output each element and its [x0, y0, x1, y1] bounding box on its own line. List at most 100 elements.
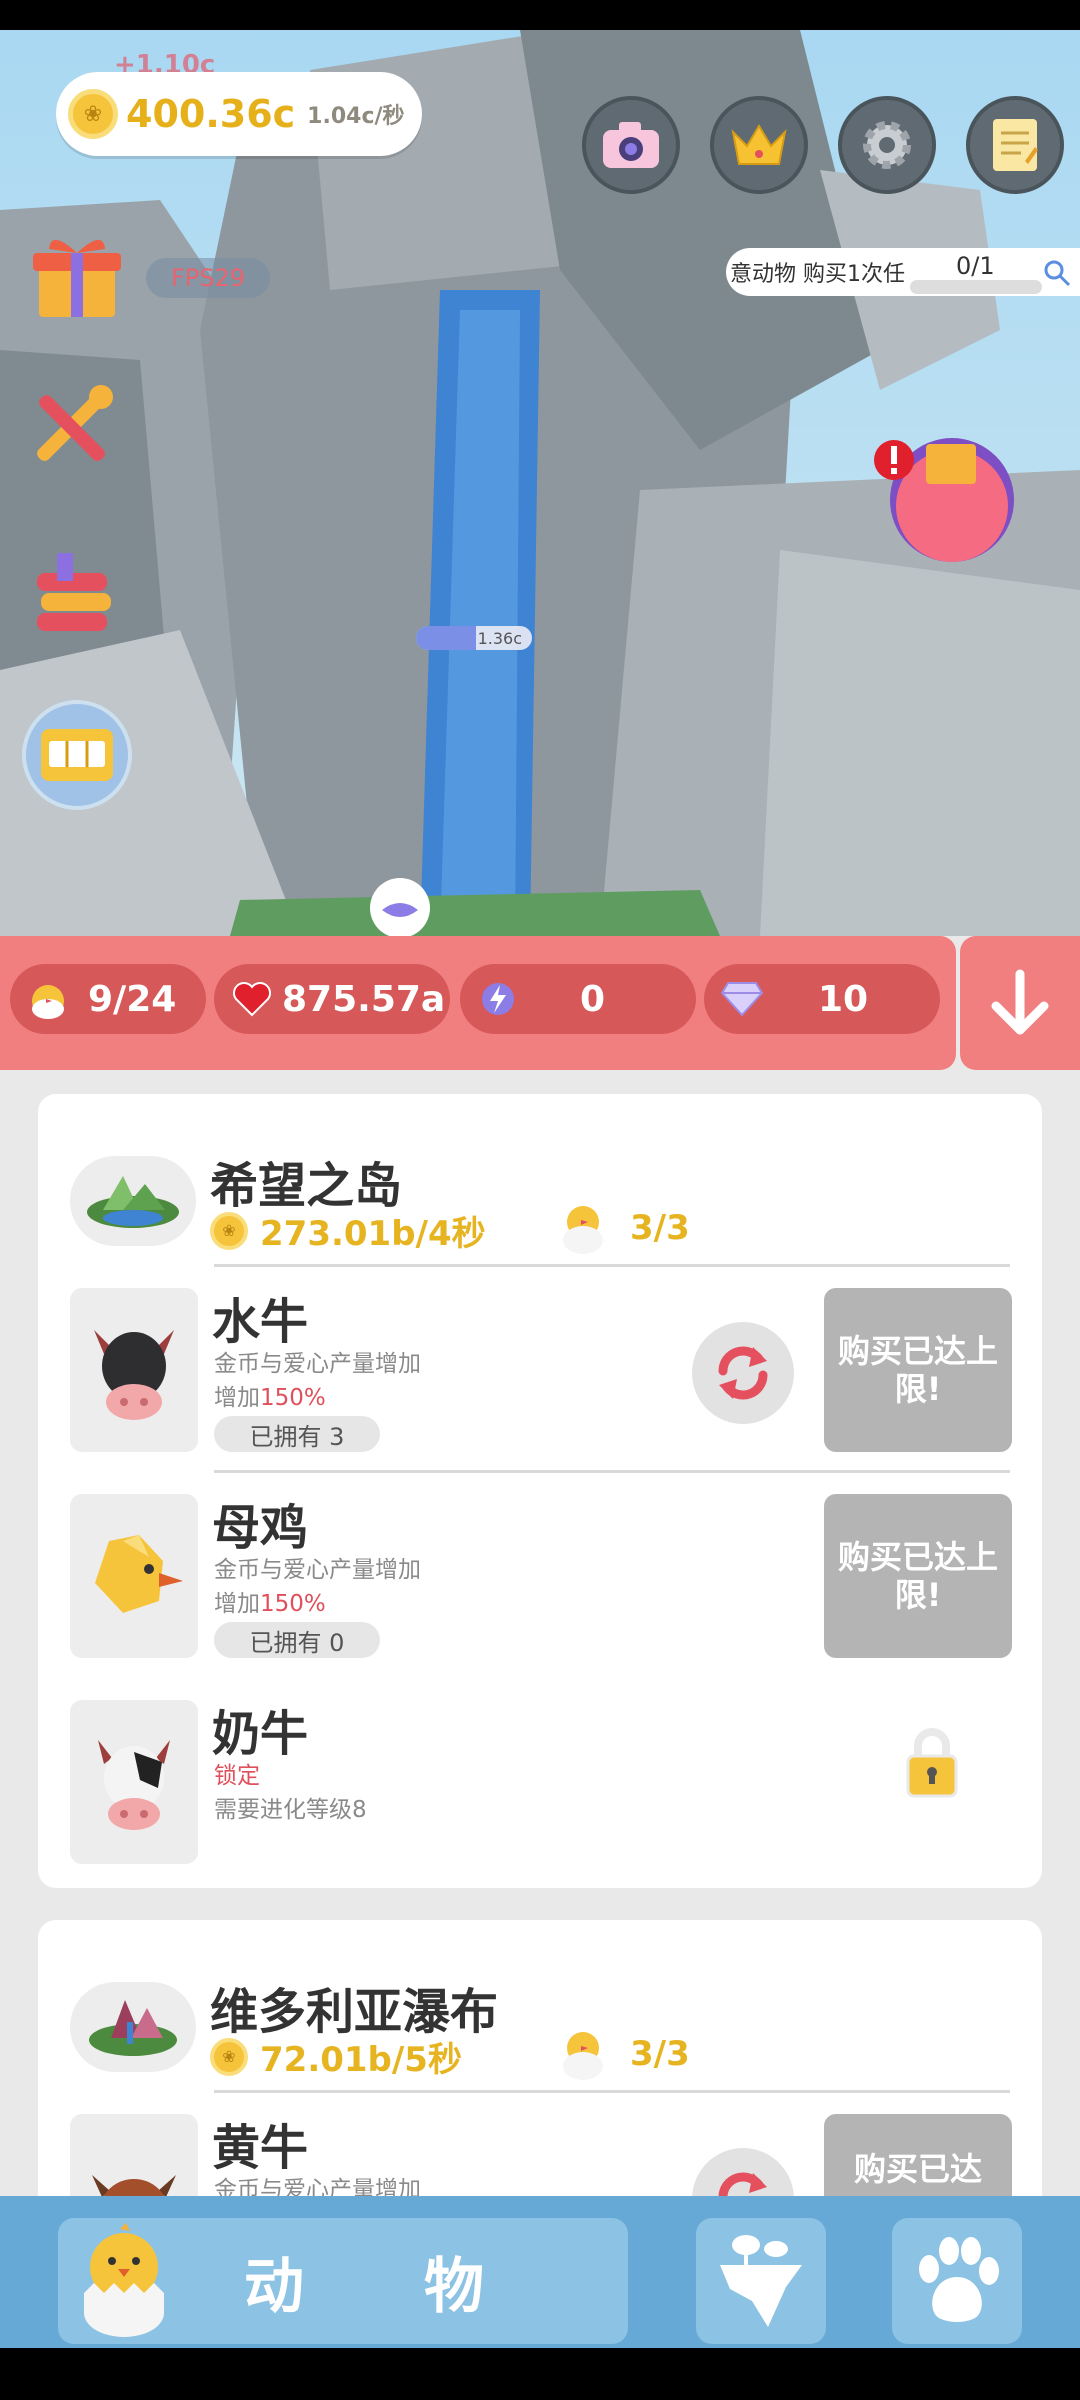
animal-boost: 增加150%	[214, 1584, 326, 1618]
gear-icon	[863, 121, 911, 169]
arrow-down-icon	[991, 969, 1049, 1035]
animal-thumbnail-hen	[70, 1494, 198, 1658]
unlock-requirement: 需要进化等级8	[214, 1797, 367, 1823]
cow-icon	[98, 1740, 170, 1830]
boost-prefix: 增加	[214, 1591, 260, 1617]
tools-button[interactable]	[18, 370, 128, 480]
island-card-hope: 希望之岛 ❀ 273.01b/4秒 3/3 水牛 金币与爱心产量增加 增加150…	[38, 1094, 1042, 1888]
nav-pets-tab[interactable]	[892, 2218, 1022, 2344]
chick-icon	[22, 973, 74, 1025]
island-rate: ❀ 273.01b/4秒	[210, 1206, 486, 1255]
nav-animals-label: 动物	[244, 2251, 604, 2322]
island-animal-count: 3/3	[558, 2026, 690, 2082]
chick-egg-icon	[563, 2032, 603, 2080]
quest-tracker[interactable]: 意动物 购买1次任 0/1	[726, 248, 1080, 296]
slot-machine-button[interactable]	[22, 700, 132, 810]
books-button[interactable]	[18, 538, 128, 648]
buy-button-buffalo[interactable]: 购买已达上限!	[824, 1288, 1012, 1452]
treasure-pot-button[interactable]	[870, 420, 1020, 570]
divider	[214, 1470, 1010, 1473]
nav-animals-tab[interactable]: 动物	[58, 2218, 628, 2344]
camera-icon	[603, 122, 659, 168]
refresh-button[interactable]	[692, 1322, 794, 1424]
boost-percent: 150%	[260, 1591, 326, 1617]
notepad-icon	[993, 119, 1038, 171]
animal-description: 金币与爱心产量增加	[214, 1557, 421, 1583]
resource-bar: 9/24 875.57a 0 10	[0, 936, 956, 1070]
hearts-amount: 875.57a	[282, 978, 446, 1020]
animal-name: 奶牛	[212, 1706, 309, 1762]
divider	[214, 1264, 1010, 1267]
island-silhouette-icon	[720, 2235, 802, 2327]
ranking-button[interactable]	[710, 96, 808, 194]
gift-button[interactable]	[22, 220, 132, 330]
animal-thumbnail-buffalo	[70, 1288, 198, 1452]
energy-pill: 0	[460, 964, 696, 1034]
quest-progress-bar	[910, 280, 1042, 294]
quest-progress: 0/1	[956, 252, 995, 280]
nav-island-tab[interactable]	[696, 2218, 826, 2344]
camera-button[interactable]	[582, 96, 680, 194]
tasks-button[interactable]	[966, 96, 1064, 194]
refresh-icon	[718, 1346, 768, 1400]
island-icon	[89, 2000, 177, 2056]
coin-icon: ❀	[68, 89, 118, 139]
animal-count-pill: 9/24	[10, 964, 206, 1034]
lock-icon	[904, 1724, 960, 1802]
diamond-icon	[716, 973, 768, 1025]
chick-egg-icon	[84, 2223, 164, 2337]
owned-badge: 已拥有 3	[214, 1416, 380, 1452]
island-thumbnail	[70, 1982, 196, 2072]
island-animal-count: 3/3	[558, 1200, 690, 1256]
island-icon	[87, 1176, 179, 1228]
island-count-value: 3/3	[630, 2034, 690, 2074]
buffalo-icon	[94, 1330, 174, 1420]
island-rate-value: 72.01b/5秒	[260, 2040, 462, 2080]
divider	[214, 2090, 1010, 2093]
paw-icon	[919, 2237, 999, 2322]
animal-description: 金币与爱心产量增加	[214, 1351, 421, 1377]
collapse-panel-button[interactable]	[960, 936, 1080, 1070]
buy-button-hen[interactable]: 购买已达上限!	[824, 1494, 1012, 1658]
search-icon[interactable]	[1042, 258, 1072, 288]
island-rate: ❀ 72.01b/5秒	[210, 2032, 462, 2081]
waterfall-amount-bar	[416, 626, 476, 650]
animal-name: 黄牛	[212, 2120, 309, 2176]
gems-pill: 10	[704, 964, 940, 1034]
animal-thumbnail-cow	[70, 1700, 198, 1864]
slot-machine-icon	[41, 729, 113, 781]
animal-name: 水牛	[212, 1294, 309, 1350]
books-icon	[37, 553, 111, 631]
treasure-pot-icon	[874, 438, 1014, 562]
waterfall-amount-text: 1.36c	[477, 628, 522, 648]
navigation-bar	[0, 2348, 1080, 2400]
bottom-navigation: 动物	[0, 2196, 1080, 2348]
waterfall-amount: 1.36c	[416, 626, 532, 650]
heart-icon	[226, 973, 278, 1025]
animal-name: 母鸡	[212, 1500, 309, 1556]
owned-badge: 已拥有 0	[214, 1622, 380, 1658]
animal-count: 9/24	[88, 978, 177, 1020]
lightning-icon	[472, 973, 524, 1025]
island-rate-value: 273.01b/4秒	[260, 1214, 486, 1254]
hen-icon	[95, 1535, 183, 1613]
coin-icon: ❀	[210, 2037, 248, 2076]
island-thumbnail	[70, 1156, 196, 1246]
energy-amount: 0	[580, 978, 606, 1020]
coin-counter: ❀ 400.36c 1.04c/秒	[56, 72, 422, 156]
gems-amount: 10	[818, 978, 869, 1020]
island-card-victoria-falls: 维多利亚瀑布 ❀ 72.01b/5秒 3/3 黄牛 金币与爱心产量增加 购买已达	[38, 1920, 1042, 2278]
gift-icon	[33, 239, 121, 317]
coin-icon: ❀	[210, 1211, 248, 1250]
crown-icon	[731, 124, 787, 165]
settings-button[interactable]	[838, 96, 936, 194]
coin-amount: 400.36c	[126, 92, 296, 136]
hearts-pill: 875.57a	[214, 964, 450, 1034]
animal-boost: 增加150%	[214, 1378, 326, 1412]
locked-status: 锁定	[214, 1763, 260, 1789]
quest-text: 意动物 购买1次任	[730, 262, 905, 287]
game-scene[interactable]: +1.10c ❀ 400.36c 1.04c/秒 FPS29 意动物 购买1次任…	[0, 30, 1080, 936]
coin-rate: 1.04c/秒	[307, 104, 405, 129]
boost-percent: 150%	[260, 1385, 326, 1411]
boost-prefix: 增加	[214, 1385, 260, 1411]
